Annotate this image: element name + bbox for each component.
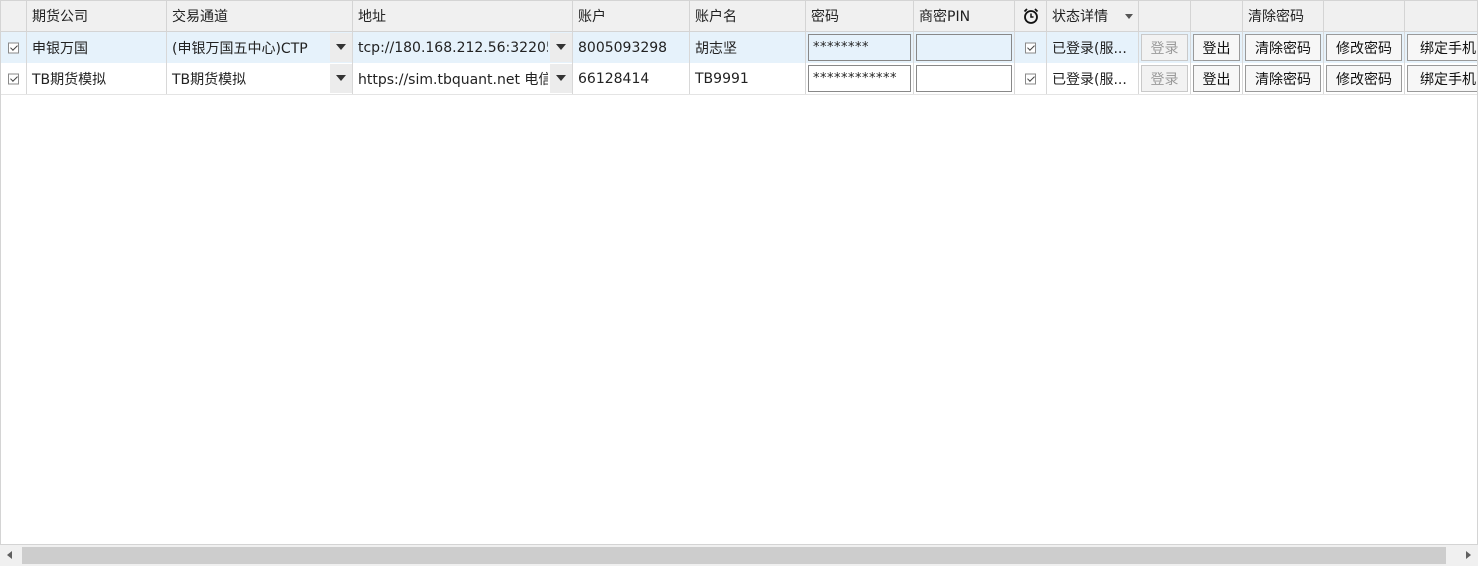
header-modify-col <box>1324 1 1405 31</box>
chevron-down-icon[interactable] <box>550 64 572 93</box>
table-row[interactable]: 申银万国 (申银万国五中心)CTP tcp://180.168.212.56:3… <box>1 32 1477 64</box>
horizontal-scrollbar[interactable] <box>0 545 1478 566</box>
header-address[interactable]: 地址 <box>353 1 573 31</box>
alarm-clock-icon <box>1023 8 1039 24</box>
bind-cell: 绑定手机 <box>1405 63 1477 94</box>
header-pin[interactable]: 商密PIN <box>914 1 1015 31</box>
header-status[interactable]: 状态详情 <box>1047 1 1139 31</box>
scroll-left-icon[interactable] <box>7 551 12 559</box>
chevron-down-icon[interactable] <box>550 33 572 62</box>
scroll-right-icon[interactable] <box>1466 551 1471 559</box>
password-field[interactable]: ************ <box>806 63 914 94</box>
status-cell: 已登录(服... <box>1047 63 1139 94</box>
row-select-cell[interactable] <box>1 63 27 94</box>
account-cell[interactable]: 8005093298 <box>573 32 690 63</box>
password-field[interactable]: ******** <box>806 32 914 63</box>
bind-phone-button[interactable]: 绑定手机 <box>1407 34 1477 61</box>
pin-field[interactable] <box>914 32 1015 63</box>
clear-cell: 清除密码 <box>1243 32 1324 63</box>
header-check-column <box>1 1 27 31</box>
account-cell[interactable]: 66128414 <box>573 63 690 94</box>
header-alarm[interactable] <box>1015 1 1047 31</box>
clear-cell: 清除密码 <box>1243 63 1324 94</box>
table-row[interactable]: TB期货模拟 TB期货模拟 https://sim.tbquant.net 电信… <box>1 63 1477 95</box>
header-channel[interactable]: 交易通道 <box>167 1 353 31</box>
alarm-cell[interactable] <box>1015 63 1047 94</box>
modify-cell: 修改密码 <box>1324 32 1405 63</box>
accounts-grid: 期货公司 交易通道 地址 账户 账户名 密码 商密PIN 状态详情 清除密码 申… <box>0 0 1478 545</box>
header-company[interactable]: 期货公司 <box>27 1 167 31</box>
address-select[interactable]: tcp://180.168.212.56:32205 <box>353 32 573 63</box>
header-bind-col <box>1405 1 1477 31</box>
header-logout-col <box>1191 1 1243 31</box>
logout-cell: 登出 <box>1191 32 1243 63</box>
row-select-cell[interactable] <box>1 32 27 63</box>
login-button[interactable]: 登录 <box>1141 65 1188 92</box>
header-clear-password[interactable]: 清除密码 <box>1243 1 1324 31</box>
header-row: 期货公司 交易通道 地址 账户 账户名 密码 商密PIN 状态详情 清除密码 <box>1 1 1477 32</box>
status-cell: 已登录(服... <box>1047 32 1139 63</box>
account-name-cell[interactable]: TB9991 <box>690 63 806 94</box>
company-cell[interactable]: 申银万国 <box>27 32 167 63</box>
chevron-down-icon[interactable] <box>330 33 352 62</box>
address-select[interactable]: https://sim.tbquant.net 电信 <box>353 63 573 94</box>
login-cell: 登录 <box>1139 32 1191 63</box>
channel-select[interactable]: TB期货模拟 <box>167 63 353 94</box>
clear-password-button[interactable]: 清除密码 <box>1245 65 1321 92</box>
login-cell: 登录 <box>1139 63 1191 94</box>
modify-password-button[interactable]: 修改密码 <box>1326 34 1402 61</box>
channel-select[interactable]: (申银万国五中心)CTP <box>167 32 353 63</box>
company-cell[interactable]: TB期货模拟 <box>27 63 167 94</box>
scrollbar-thumb[interactable] <box>22 547 1446 564</box>
alarm-checkbox[interactable] <box>1025 42 1036 53</box>
modify-cell: 修改密码 <box>1324 63 1405 94</box>
row-checkbox[interactable] <box>8 73 19 84</box>
chevron-down-icon[interactable] <box>330 64 352 93</box>
account-name-cell[interactable]: 胡志坚 <box>690 32 806 63</box>
logout-button[interactable]: 登出 <box>1193 65 1240 92</box>
header-account-name[interactable]: 账户名 <box>690 1 806 31</box>
row-checkbox[interactable] <box>8 42 19 53</box>
logout-cell: 登出 <box>1191 63 1243 94</box>
filter-dropdown-icon[interactable] <box>1125 14 1133 19</box>
pin-field[interactable] <box>914 63 1015 94</box>
bind-cell: 绑定手机 <box>1405 32 1477 63</box>
header-login-col <box>1139 1 1191 31</box>
alarm-cell[interactable] <box>1015 32 1047 63</box>
alarm-checkbox[interactable] <box>1025 73 1036 84</box>
header-password[interactable]: 密码 <box>806 1 914 31</box>
bind-phone-button[interactable]: 绑定手机 <box>1407 65 1477 92</box>
header-account[interactable]: 账户 <box>573 1 690 31</box>
logout-button[interactable]: 登出 <box>1193 34 1240 61</box>
modify-password-button[interactable]: 修改密码 <box>1326 65 1402 92</box>
clear-password-button[interactable]: 清除密码 <box>1245 34 1321 61</box>
login-button[interactable]: 登录 <box>1141 34 1188 61</box>
